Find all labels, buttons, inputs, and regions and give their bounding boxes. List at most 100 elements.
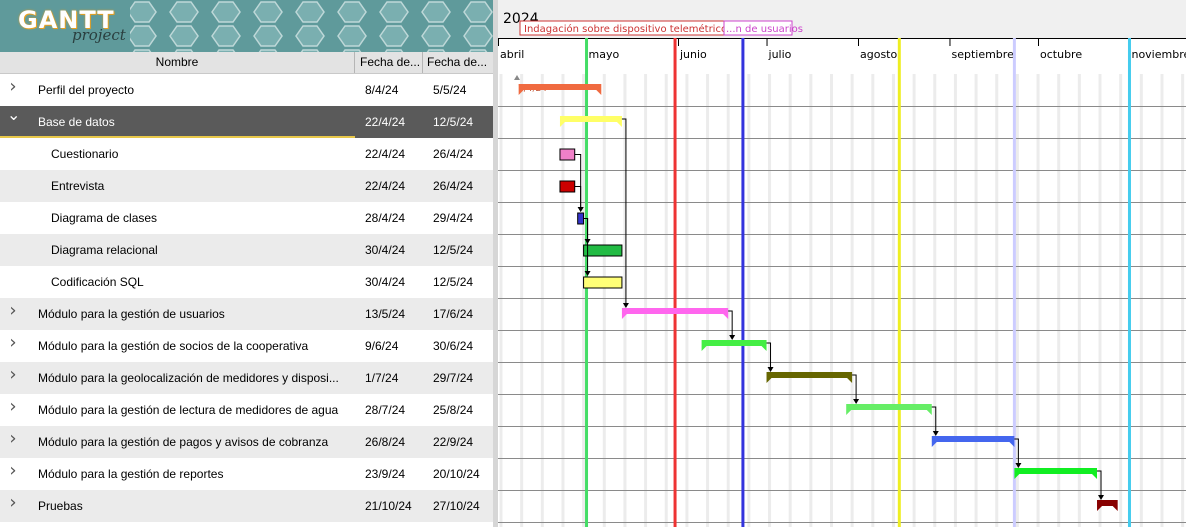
chevron-down-icon[interactable]: ⌄ (7, 107, 20, 123)
task-tree-panel: GANTT project Nombre Fecha de... Fecha d… (0, 0, 493, 527)
summary-bar-end-tip (926, 410, 932, 415)
task-end-date: 22/9/24 (433, 435, 474, 449)
task-start-date: 22/4/24 (365, 147, 406, 161)
month-label: agosto (860, 48, 897, 61)
summary-bar-end-tip (1112, 506, 1118, 511)
task-name: Diagrama relacional (51, 243, 158, 257)
task-end-date: 26/4/24 (433, 147, 474, 161)
task-start-date: 8/4/24 (365, 83, 399, 97)
task-start-date: 30/4/24 (365, 243, 406, 257)
task-end-date: 12/5/24 (433, 115, 474, 129)
dependency-arrowhead (729, 335, 736, 340)
task-name: Entrevista (51, 179, 105, 193)
task-start-date: 1/7/24 (365, 371, 399, 385)
month-label: junio (679, 48, 707, 61)
task-bar[interactable] (559, 148, 576, 161)
summary-bar-end-tip (847, 378, 853, 383)
chevron-right-icon[interactable]: › (7, 462, 19, 480)
task-end-date: 29/7/24 (433, 371, 474, 385)
summary-task-bar[interactable] (846, 404, 932, 410)
task-row[interactable]: Entrevista 22/4/24 26/4/24 (0, 170, 493, 202)
logo-sub-text: project (72, 26, 126, 44)
month-label: octubre (1040, 48, 1082, 61)
summary-task-bar[interactable] (518, 84, 602, 90)
task-name: Módulo para la gestión de reportes (38, 467, 224, 481)
summary-bar-end-tip (616, 122, 622, 127)
column-header-start[interactable]: Fecha de... (355, 52, 423, 73)
task-row[interactable]: Diagrama relacional 30/4/24 12/5/24 (0, 234, 493, 266)
chevron-right-icon[interactable]: › (7, 494, 19, 512)
summary-task-bar[interactable] (701, 340, 767, 346)
task-bar[interactable] (583, 276, 623, 289)
milestone-label: Indagación sobre dispositivo telemétrico… (524, 23, 732, 35)
task-row[interactable]: › Pruebas 21/10/24 27/10/24 (0, 490, 493, 522)
task-row[interactable]: Diagrama de clases 28/4/24 29/4/24 (0, 202, 493, 234)
task-start-date: 28/4/24 (365, 211, 406, 225)
summary-task-bar[interactable] (1014, 468, 1098, 474)
task-name: Módulo para la gestión de usuarios (38, 307, 225, 321)
task-end-date: 5/5/24 (433, 83, 467, 97)
summary-task-bar[interactable] (559, 116, 622, 122)
task-row[interactable]: › Módulo para la geolocalización de medid… (0, 362, 493, 394)
task-name: Módulo para la geolocalización de medido… (38, 371, 339, 385)
task-start-date: 22/4/24 (365, 179, 406, 193)
month-label: abril (500, 48, 524, 61)
milestone-label: ...n de usuarios (726, 24, 803, 35)
task-bar[interactable] (577, 212, 585, 225)
chevron-right-icon[interactable]: › (7, 302, 19, 320)
task-row[interactable]: Cuestionario 22/4/24 26/4/24 (0, 138, 493, 170)
summary-task-bar[interactable] (766, 372, 853, 378)
task-name: Módulo para la gestión de pagos y avisos… (38, 435, 329, 449)
chevron-right-icon[interactable]: › (7, 398, 19, 416)
ganttproject-logo: GANTT project (0, 0, 493, 52)
summary-bar-end-tip (1009, 442, 1015, 447)
month-label: noviembre (1131, 48, 1186, 61)
column-header-end[interactable]: Fecha de... (423, 52, 493, 73)
task-start-date: 23/9/24 (365, 467, 406, 481)
task-name: Pruebas (38, 499, 83, 513)
chevron-right-icon[interactable]: › (7, 430, 19, 448)
summary-task-bar[interactable] (621, 308, 729, 314)
task-end-date: 12/5/24 (433, 243, 474, 257)
summary-task-bar[interactable] (1097, 500, 1118, 506)
task-name: Codificación SQL (51, 275, 144, 289)
task-row[interactable]: Codificación SQL 30/4/24 12/5/24 (0, 266, 493, 298)
task-start-date: 26/8/24 (365, 435, 406, 449)
dependency-arrowhead (853, 399, 860, 404)
task-row[interactable]: › Perfil del proyecto 8/4/24 5/5/24 (0, 74, 493, 106)
task-name: Perfil del proyecto (38, 83, 135, 97)
task-row[interactable]: › Módulo para la gestión de reportes 23/9/… (0, 458, 493, 490)
today-marker-icon (514, 75, 520, 80)
summary-task-bar[interactable] (931, 436, 1015, 442)
summary-bar-end-tip (723, 314, 729, 319)
task-table-header: Nombre Fecha de... Fecha de... (0, 52, 493, 74)
summary-bar-start-tip (846, 410, 852, 415)
summary-bar-end-tip (761, 346, 767, 351)
chevron-right-icon[interactable]: › (7, 78, 19, 96)
gantt-chart-canvas[interactable]: 2024abril mayo junio julio agosto septiembre o… (498, 0, 1186, 527)
task-start-date: 21/10/24 (365, 499, 412, 513)
task-bar[interactable] (583, 244, 623, 257)
task-end-date: 30/6/24 (433, 339, 474, 353)
chevron-right-icon[interactable]: › (7, 334, 19, 352)
task-row[interactable]: ⌄ Base de datos 22/4/24 12/5/24 (0, 106, 493, 138)
month-label: julio (768, 48, 792, 61)
summary-bar-end-tip (596, 90, 602, 95)
task-end-date: 12/5/24 (433, 275, 474, 289)
summary-bar-start-tip (701, 346, 707, 351)
task-row[interactable]: › Módulo para la gestión de pagos y aviso… (0, 426, 493, 458)
month-label: septiembre (951, 48, 1014, 61)
task-row[interactable]: › Módulo para la gestión de usuarios 13/5/… (0, 298, 493, 330)
task-start-date: 28/7/24 (365, 403, 406, 417)
chevron-right-icon[interactable]: › (7, 366, 19, 384)
task-name: Base de datos (38, 115, 115, 129)
task-row[interactable]: › Módulo para la gestión de socios de la … (0, 330, 493, 362)
task-row[interactable]: › Módulo para la gestión de lectura de me… (0, 394, 493, 426)
task-end-date: 27/10/24 (433, 499, 480, 513)
task-name: Cuestionario (51, 147, 119, 161)
column-header-name[interactable]: Nombre (0, 52, 355, 73)
task-bar[interactable] (559, 180, 576, 193)
task-start-date: 30/4/24 (365, 275, 406, 289)
task-end-date: 26/4/24 (433, 179, 474, 193)
task-start-date: 9/6/24 (365, 339, 399, 353)
